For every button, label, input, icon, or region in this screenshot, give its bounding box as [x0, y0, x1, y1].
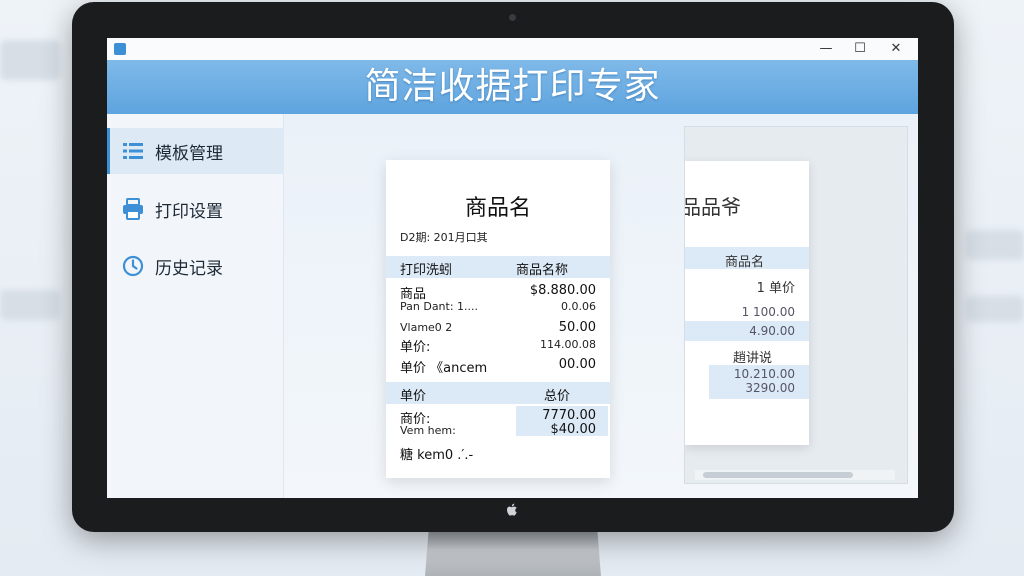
background-blur: [0, 40, 60, 80]
title-bar: — ☐ ✕: [107, 38, 918, 60]
minimize-button[interactable]: —: [811, 40, 841, 58]
app-title: 简洁收据打印专家: [364, 66, 661, 107]
receipt-header-left: 打印洗蚓: [400, 263, 453, 278]
receipt-total-header-left: 单价: [400, 389, 427, 404]
receipt-header-right: 商品名称: [516, 263, 569, 278]
apple-logo-icon: [507, 503, 517, 516]
receipt-line-value: 114.00.08: [540, 338, 596, 351]
app-window: — ☐ ✕ 简洁收据打印专家 模板管理 打印设置 历史记录 商品名 D2期: 2…: [107, 38, 918, 498]
preview-panel: 品品爷 商品名 1 单价 1 100.00 4.90.00 趙讲说 10.210…: [684, 126, 908, 484]
receipt-date: D2期: 201月口其: [400, 231, 488, 244]
receipt-line-value: 00.00: [558, 357, 596, 372]
preview-subheader: 趙讲说: [733, 351, 773, 366]
sidebar-item-label: 模板管理: [155, 143, 223, 164]
receipt-total-header-right: 总价: [544, 389, 571, 404]
receipt-total-label: Vem hem:: [400, 424, 456, 437]
sidebar-item-label: 打印设置: [155, 201, 223, 222]
receipt-line-label: 单价:: [400, 340, 431, 355]
printer-icon: [123, 198, 143, 220]
receipt-line-label: Vlame0 2: [400, 321, 453, 334]
preview-sub-line: 3290.00: [745, 381, 795, 395]
preview-sub-line: 10.210.00: [733, 367, 795, 381]
main-panel: 商品名 D2期: 201月口其 打印洗蚓 商品名称 商品 $8.880.00 P…: [284, 114, 918, 498]
close-button[interactable]: ✕: [881, 40, 911, 58]
receipt-footer: 糖 kem0 .′.-: [400, 448, 474, 463]
preview-line: 4.90.00: [749, 324, 795, 338]
preview-title: 品品爷: [684, 195, 741, 219]
preview-line: 1 单价: [756, 281, 795, 296]
background-blur: [966, 230, 1024, 260]
sidebar-item-print-settings[interactable]: 打印设置: [107, 186, 283, 232]
sidebar-item-history[interactable]: 历史记录: [107, 243, 283, 289]
monitor-stand: [425, 532, 601, 576]
preview-line: 1 100.00: [741, 305, 795, 319]
receipt-total-value: 7770.00: [542, 408, 596, 423]
clock-icon: [122, 255, 144, 277]
app-icon: [114, 43, 126, 55]
receipt-line-value: 0.0.06: [561, 300, 596, 313]
receipt-title: 商品名: [464, 196, 531, 221]
receipt-line-label: 单价 《ancem: [400, 361, 488, 376]
receipt-line-value: 50.00: [558, 320, 596, 335]
receipt-line-label: Pan Dant: 1....: [400, 300, 479, 313]
scrollbar-thumb[interactable]: [703, 472, 853, 478]
receipt-template[interactable]: 商品名 D2期: 201月口其 打印洗蚓 商品名称 商品 $8.880.00 P…: [386, 160, 610, 478]
receipt-total-value: $40.00: [550, 422, 597, 437]
camera-icon: [509, 14, 516, 21]
sidebar-item-label: 历史记录: [155, 258, 223, 279]
receipt-line-value: $8.880.00: [529, 283, 596, 298]
sidebar-item-templates[interactable]: 模板管理: [107, 128, 286, 174]
background-blur: [966, 296, 1024, 322]
background-blur: [0, 290, 60, 320]
horizontal-scrollbar[interactable]: [695, 470, 895, 480]
sidebar: 模板管理 打印设置 历史记录: [107, 114, 286, 498]
list-icon: [123, 143, 143, 159]
preview-header: 商品名: [725, 255, 765, 270]
maximize-button[interactable]: ☐: [845, 40, 875, 58]
preview-receipt: 品品爷 商品名 1 单价 1 100.00 4.90.00 趙讲说 10.210…: [685, 161, 809, 445]
app-header: 简洁收据打印专家: [107, 60, 918, 114]
